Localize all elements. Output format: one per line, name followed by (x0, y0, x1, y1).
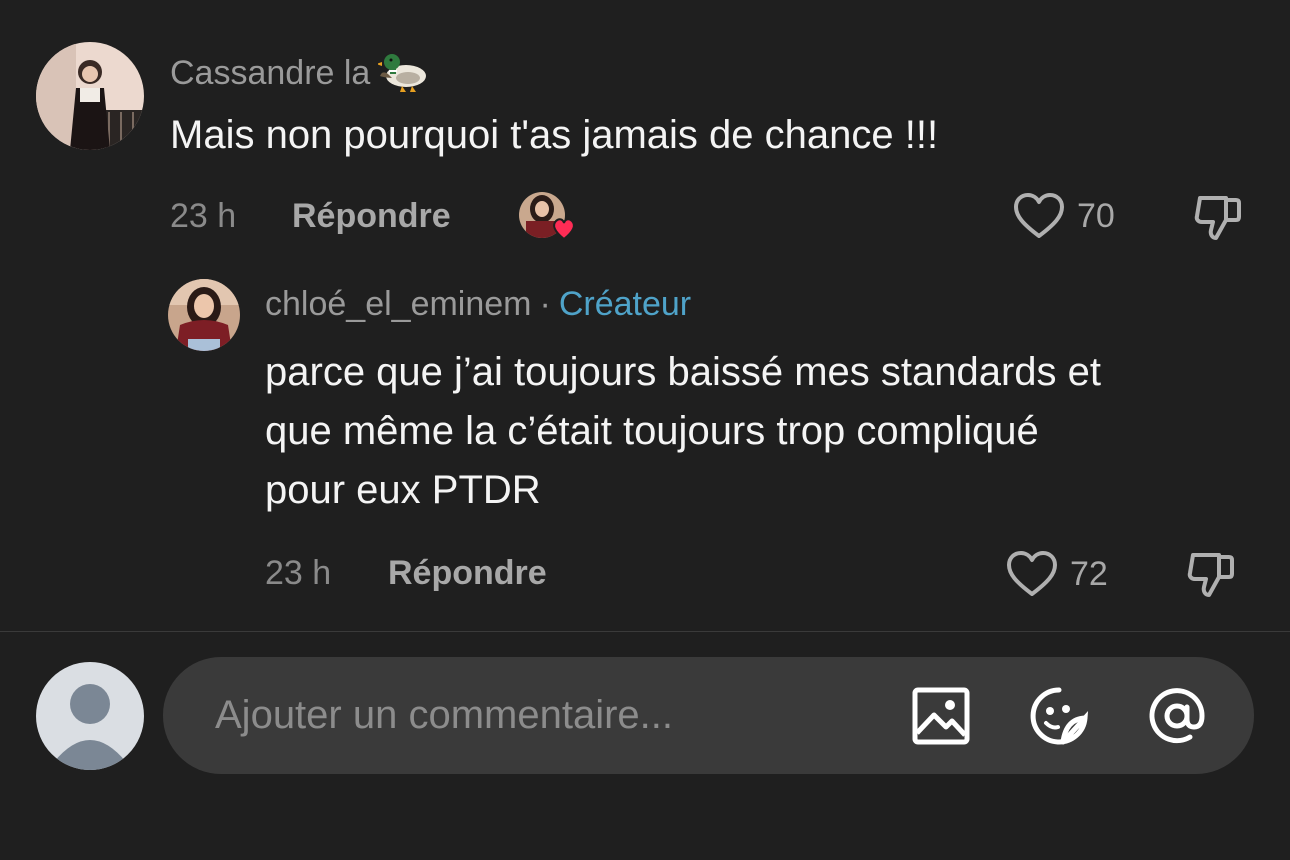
creator-liked-badge (518, 191, 578, 243)
default-avatar-icon (36, 662, 144, 770)
reply-dislike-button[interactable] (1185, 549, 1237, 601)
duck-emoji-icon (378, 54, 427, 92)
comment-input-placeholder[interactable]: Ajouter un commentaire... (215, 693, 673, 738)
reply-text-line: pour eux PTDR (265, 468, 541, 512)
dislike-button[interactable] (1192, 192, 1244, 244)
thumbs-down-icon (1187, 553, 1234, 597)
reply-timestamp: 23 h (265, 554, 332, 592)
comment-text: Mais non pourquoi t'as jamais de chance … (170, 113, 939, 157)
creator-avatar[interactable] (168, 279, 240, 351)
like-button[interactable]: 70 (1013, 192, 1115, 240)
creator-avatar-mini-icon (519, 192, 575, 241)
reply-button[interactable]: Répondre (292, 197, 451, 236)
commenter-username[interactable]: Cassandre la (170, 48, 430, 94)
reply-reply-button[interactable]: Répondre (388, 554, 547, 593)
comments-panel: Cassandre la Mais non pourquoi t'as jama… (0, 0, 1290, 860)
heart-outline-icon (1007, 551, 1057, 596)
commenter-avatar[interactable] (36, 42, 144, 150)
thumbs-down-icon (1194, 196, 1241, 240)
mention-button[interactable] (1146, 685, 1208, 747)
divider (0, 631, 1290, 632)
at-mention-icon (1149, 688, 1205, 744)
image-icon (912, 687, 970, 745)
heart-badge-icon (553, 218, 575, 241)
separator-dot: · (539, 285, 551, 323)
comment-timestamp: 23 h (170, 197, 237, 235)
commenter-username-text[interactable]: Cassandre la (170, 54, 370, 92)
reply-text-line: parce que j’ai toujours baissé mes stand… (265, 350, 1102, 394)
creator-username[interactable]: chloé_el_eminem (265, 285, 532, 323)
heart-outline-icon (1014, 193, 1064, 238)
creator-username-line: chloé_el_eminem · Créateur (265, 285, 691, 324)
reply-like-count: 72 (1070, 554, 1108, 593)
sticker-icon (1030, 687, 1089, 745)
sticker-button[interactable] (1028, 685, 1090, 747)
image-button[interactable] (910, 685, 972, 747)
reply-like-button[interactable]: 72 (1006, 550, 1108, 598)
comment-input[interactable]: Ajouter un commentaire... (163, 657, 1254, 774)
reply-text-line: que même la c’était toujours trop compli… (265, 409, 1039, 453)
creator-badge: Créateur (558, 285, 692, 323)
like-count: 70 (1077, 196, 1115, 235)
reply-text: parce que j’ai toujours baissé mes stand… (265, 343, 1275, 520)
current-user-avatar[interactable] (36, 662, 144, 770)
